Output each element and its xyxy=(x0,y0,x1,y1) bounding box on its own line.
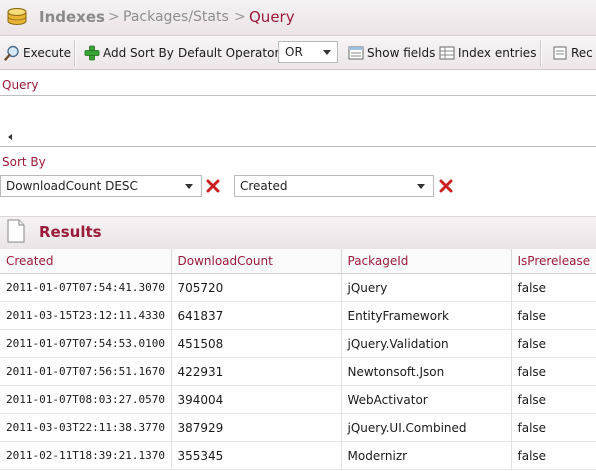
recent-icon xyxy=(553,46,567,60)
table-row[interactable]: 2011-01-07T07:56:51.1670 422931 Newtonso… xyxy=(0,357,596,386)
breadcrumb-separator: > xyxy=(234,9,246,25)
breadcrumb-indexes-link[interactable]: Indexes xyxy=(39,8,105,26)
cell-downloadcount: 705720 xyxy=(171,273,342,302)
cell-downloadcount: 387929 xyxy=(171,413,342,442)
cell-downloadcount: 355345 xyxy=(171,441,342,470)
cell-isprerelease: false xyxy=(511,357,596,386)
sort-by-label: Sort By xyxy=(2,155,46,169)
default-operator-select[interactable]: OR xyxy=(278,41,338,63)
scroll-left-arrow-icon[interactable] xyxy=(8,134,12,140)
results-grid: Created DownloadCount PackageId IsPrerel… xyxy=(0,249,596,471)
fields-icon xyxy=(348,46,364,60)
query-label: Query xyxy=(2,78,39,92)
recent-label: Rec xyxy=(571,46,593,60)
remove-x-icon[interactable] xyxy=(439,179,453,193)
cell-downloadcount: 422931 xyxy=(171,357,342,386)
table-row[interactable]: 2011-01-07T07:54:53.0100 451508 jQuery.V… xyxy=(0,329,596,358)
cell-packageid: jQuery xyxy=(341,273,512,302)
sort-field-select-2[interactable]: Created xyxy=(234,175,434,197)
cell-created: 2011-01-07T07:54:53.0100 xyxy=(0,329,172,358)
database-icon xyxy=(7,8,27,25)
index-entries-icon xyxy=(439,46,455,60)
results-title: Results xyxy=(39,223,102,241)
add-sort-label: Add Sort By xyxy=(103,46,174,60)
breadcrumb-current: Query xyxy=(249,8,295,26)
recent-queries-button[interactable]: Rec xyxy=(552,44,593,62)
show-fields-label: Show fields xyxy=(367,46,436,60)
column-header-downloadcount[interactable]: DownloadCount xyxy=(171,249,342,274)
index-entries-button[interactable]: Index entries xyxy=(439,44,536,62)
add-sort-button[interactable]: Add Sort By xyxy=(84,44,174,62)
cell-packageid: WebActivator xyxy=(341,385,512,414)
cell-packageid: Newtonsoft.Json xyxy=(341,357,512,386)
remove-x-icon[interactable] xyxy=(206,179,220,193)
cell-packageid: jQuery.Validation xyxy=(341,329,512,358)
cell-created: 2011-01-07T07:54:41.3070 xyxy=(0,273,172,302)
cell-downloadcount: 451508 xyxy=(171,329,342,358)
operator-value: OR xyxy=(285,45,303,59)
execute-button[interactable]: Execute xyxy=(4,44,71,62)
cell-created: 2011-03-15T23:12:11.4330 xyxy=(0,301,172,330)
breadcrumb-separator: > xyxy=(108,9,120,25)
cell-downloadcount: 394004 xyxy=(171,385,342,414)
sort-field-value: DownloadCount DESC xyxy=(6,179,138,193)
cell-created: 2011-02-11T18:39:21.1370 xyxy=(0,441,172,470)
table-row[interactable]: 2011-01-07T08:03:27.0570 394004 WebActiv… xyxy=(0,385,596,414)
cell-packageid: Modernizr xyxy=(341,441,512,470)
results-table: Created DownloadCount PackageId IsPrerel… xyxy=(0,249,596,470)
cell-created: 2011-01-07T07:56:51.1670 xyxy=(0,357,172,386)
table-row[interactable]: 2011-03-15T23:12:11.4330 641837 EntityFr… xyxy=(0,301,596,330)
table-row[interactable]: 2011-01-07T07:54:41.3070 705720 jQuery f… xyxy=(0,273,596,302)
execute-icon xyxy=(4,45,19,61)
chevron-down-icon xyxy=(185,184,193,189)
toolbar-separator xyxy=(540,40,542,66)
cell-isprerelease: false xyxy=(511,441,596,470)
cell-isprerelease: false xyxy=(511,413,596,442)
default-operator-label: Default Operator: xyxy=(178,44,283,62)
column-header-packageid[interactable]: PackageId xyxy=(341,249,512,274)
plus-icon xyxy=(84,45,100,61)
table-header-row: Created DownloadCount PackageId IsPrerel… xyxy=(0,249,596,274)
query-editor[interactable] xyxy=(0,95,596,147)
table-row[interactable]: 2011-03-03T22:11:38.3770 387929 jQuery.U… xyxy=(0,413,596,442)
chevron-down-icon xyxy=(323,50,331,55)
toolbar-separator xyxy=(74,40,76,66)
cell-packageid: jQuery.UI.Combined xyxy=(341,413,512,442)
index-entries-label: Index entries xyxy=(458,46,537,60)
cell-packageid: EntityFramework xyxy=(341,301,512,330)
cell-created: 2011-01-07T08:03:27.0570 xyxy=(0,385,172,414)
cell-isprerelease: false xyxy=(511,273,596,302)
cell-isprerelease: false xyxy=(511,301,596,330)
cell-isprerelease: false xyxy=(511,329,596,358)
cell-downloadcount: 641837 xyxy=(171,301,342,330)
breadcrumb-index-link[interactable]: Packages/Stats xyxy=(123,9,229,25)
default-operator-text: Default Operator: xyxy=(178,46,284,60)
cell-isprerelease: false xyxy=(511,385,596,414)
execute-label: Execute xyxy=(23,46,71,60)
table-row[interactable]: 2011-02-11T18:39:21.1370 355345 Moderniz… xyxy=(0,441,596,470)
chevron-down-icon xyxy=(417,184,425,189)
show-fields-button[interactable]: Show fields xyxy=(348,44,435,62)
document-icon xyxy=(7,219,25,243)
sort-field-select-1[interactable]: DownloadCount DESC xyxy=(0,175,202,197)
sort-field-value: Created xyxy=(240,179,288,193)
column-header-isprerelease[interactable]: IsPrerelease xyxy=(511,249,596,274)
column-header-created[interactable]: Created xyxy=(0,249,172,274)
cell-created: 2011-03-03T22:11:38.3770 xyxy=(0,413,172,442)
